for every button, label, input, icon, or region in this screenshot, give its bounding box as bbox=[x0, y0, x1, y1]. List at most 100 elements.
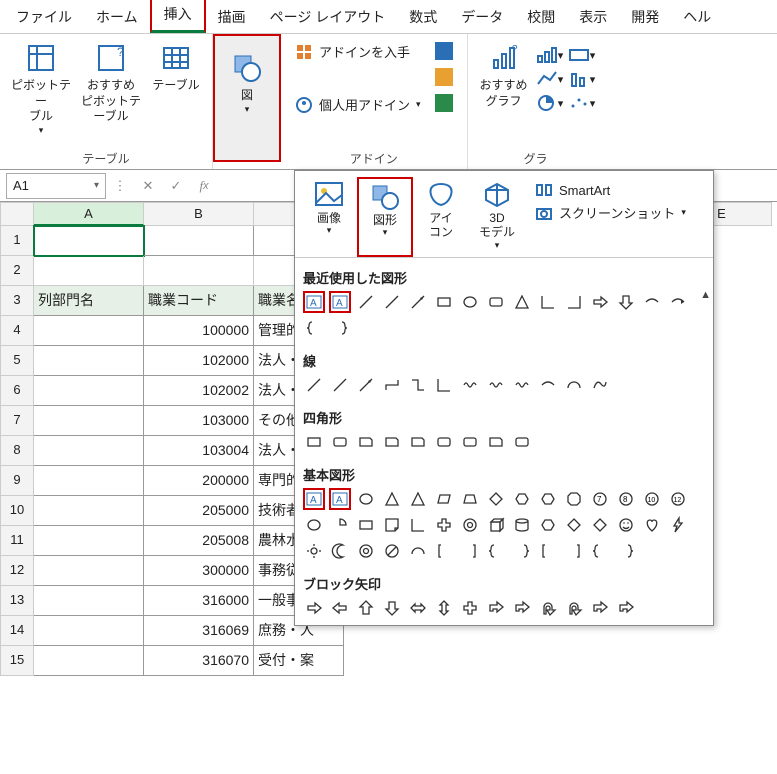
shape-tri[interactable] bbox=[381, 488, 403, 510]
shape-arrowline[interactable] bbox=[407, 291, 429, 313]
shape-bracketR[interactable] bbox=[459, 540, 481, 562]
row-header[interactable]: 1 bbox=[0, 226, 34, 256]
shape-roundrect[interactable] bbox=[459, 431, 481, 453]
cell[interactable] bbox=[34, 376, 144, 406]
shape-rect[interactable] bbox=[355, 514, 377, 536]
tab-view[interactable]: 表示 bbox=[567, 1, 619, 33]
shape-squiggle[interactable] bbox=[485, 374, 507, 396]
cell[interactable] bbox=[34, 646, 144, 676]
row-header[interactable]: 8 bbox=[0, 436, 34, 466]
insert-3dmodel-button[interactable]: 3D モデル ▾ bbox=[469, 177, 525, 257]
cell[interactable] bbox=[34, 406, 144, 436]
shape-plus[interactable] bbox=[433, 514, 455, 536]
name-box[interactable]: A1 ▾ bbox=[6, 173, 106, 199]
shape-bentArrow[interactable] bbox=[615, 597, 637, 619]
shape-bentArrow[interactable] bbox=[485, 597, 507, 619]
tab-formula[interactable]: 数式 bbox=[397, 1, 449, 33]
shape-connector[interactable] bbox=[381, 374, 403, 396]
get-addins-button[interactable]: アドインを入手 bbox=[295, 42, 421, 61]
cell[interactable]: 受付・案 bbox=[254, 646, 344, 676]
cell[interactable]: 職業コード bbox=[144, 286, 254, 316]
shape-arrowD[interactable] bbox=[615, 291, 637, 313]
col-header-b[interactable]: B bbox=[144, 202, 254, 226]
shape-circ12[interactable]: 12 bbox=[667, 488, 689, 510]
shape-L[interactable] bbox=[433, 374, 455, 396]
select-all-corner[interactable] bbox=[0, 202, 34, 226]
shape-snip[interactable] bbox=[485, 431, 507, 453]
shape-Uarrow[interactable] bbox=[563, 597, 585, 619]
shape-arrowUD[interactable] bbox=[433, 597, 455, 619]
shape-L[interactable] bbox=[407, 514, 429, 536]
cell[interactable]: 316070 bbox=[144, 646, 254, 676]
shape-rect[interactable] bbox=[303, 431, 325, 453]
shape-line[interactable] bbox=[303, 374, 325, 396]
shape-donut[interactable] bbox=[355, 540, 377, 562]
cell[interactable]: 103004 bbox=[144, 436, 254, 466]
shape-diamond[interactable] bbox=[563, 514, 585, 536]
shape-tri[interactable] bbox=[511, 291, 533, 313]
shape-trap[interactable] bbox=[459, 488, 481, 510]
tab-insert[interactable]: 挿入 bbox=[150, 0, 206, 33]
people-icon[interactable] bbox=[435, 94, 453, 112]
shape-diamond[interactable] bbox=[589, 514, 611, 536]
shape-arrowD[interactable] bbox=[381, 597, 403, 619]
shape-L[interactable] bbox=[537, 291, 559, 313]
shape-arrowU[interactable] bbox=[355, 597, 377, 619]
chart-scatter-icon[interactable]: ▾ bbox=[568, 92, 596, 114]
row-header[interactable]: 6 bbox=[0, 376, 34, 406]
shape-braceR[interactable] bbox=[615, 540, 637, 562]
screenshot-button[interactable]: スクリーンショット ▾ bbox=[535, 203, 686, 222]
shape-arrowL[interactable] bbox=[329, 597, 351, 619]
insert-shapes-button[interactable]: 図形 ▾ bbox=[357, 177, 413, 257]
chart-column-icon[interactable]: ▾ bbox=[568, 68, 596, 90]
cell[interactable]: 200000 bbox=[144, 466, 254, 496]
shape-roundrect[interactable] bbox=[511, 431, 533, 453]
chart-bar-icon[interactable]: ▾ bbox=[536, 44, 564, 66]
cell[interactable] bbox=[34, 526, 144, 556]
row-header[interactable]: 4 bbox=[0, 316, 34, 346]
collapse-icon[interactable]: ⋮ bbox=[106, 173, 134, 199]
tab-home[interactable]: ホーム bbox=[84, 1, 150, 33]
shape-roundrect[interactable] bbox=[329, 431, 351, 453]
tab-layout[interactable]: ページ レイアウト bbox=[258, 1, 398, 33]
tab-help[interactable]: ヘル bbox=[671, 1, 723, 33]
row-header[interactable]: 12 bbox=[0, 556, 34, 586]
cell[interactable]: 300000 bbox=[144, 556, 254, 586]
cell[interactable]: 205008 bbox=[144, 526, 254, 556]
bing-icon[interactable] bbox=[435, 68, 453, 86]
shape-bentArrow[interactable] bbox=[511, 597, 533, 619]
shape-bracketR[interactable] bbox=[563, 540, 585, 562]
shape-brace[interactable] bbox=[485, 540, 507, 562]
shape-cyl[interactable] bbox=[511, 514, 533, 536]
cell[interactable] bbox=[34, 256, 144, 286]
cell[interactable] bbox=[34, 496, 144, 526]
scroll-up-icon[interactable]: ▲ bbox=[700, 289, 711, 301]
shape-braceR[interactable] bbox=[329, 317, 351, 339]
cancel-icon[interactable]: ✕ bbox=[134, 173, 162, 199]
chart-area-icon[interactable]: ▾ bbox=[568, 44, 596, 66]
shape-cube[interactable] bbox=[485, 514, 507, 536]
shape-textboxA[interactable]: A bbox=[303, 488, 325, 510]
shape-textboxV[interactable]: A bbox=[329, 488, 351, 510]
shape-bracket[interactable] bbox=[537, 540, 559, 562]
row-header[interactable]: 15 bbox=[0, 646, 34, 676]
shape-line[interactable] bbox=[381, 291, 403, 313]
shape-hex[interactable] bbox=[537, 488, 559, 510]
shape-tri[interactable] bbox=[407, 488, 429, 510]
shape-brace[interactable] bbox=[303, 317, 325, 339]
table-button[interactable]: テーブル bbox=[148, 38, 204, 138]
row-header[interactable]: 5 bbox=[0, 346, 34, 376]
shape-circ10[interactable]: 10 bbox=[641, 488, 663, 510]
shape-lightning[interactable] bbox=[667, 514, 689, 536]
cell[interactable]: 316000 bbox=[144, 586, 254, 616]
shape-circ7[interactable]: 7 bbox=[589, 488, 611, 510]
shape-hex[interactable] bbox=[511, 488, 533, 510]
cell[interactable]: 102002 bbox=[144, 376, 254, 406]
row-header[interactable]: 7 bbox=[0, 406, 34, 436]
shape-folded[interactable] bbox=[381, 514, 403, 536]
cell[interactable] bbox=[34, 346, 144, 376]
shape-Lr[interactable] bbox=[563, 291, 585, 313]
shape-circ8[interactable]: 8 bbox=[615, 488, 637, 510]
cell[interactable] bbox=[144, 256, 254, 286]
shape-braceR[interactable] bbox=[511, 540, 533, 562]
